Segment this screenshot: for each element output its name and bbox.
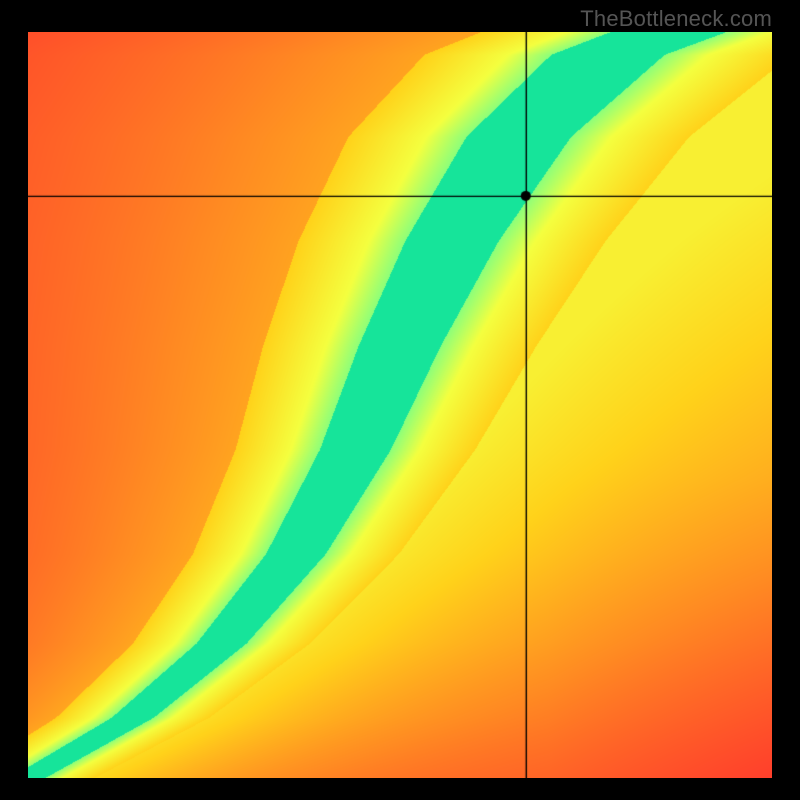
chart-frame: TheBottleneck.com — [0, 0, 800, 800]
watermark-text: TheBottleneck.com — [580, 6, 772, 32]
heatmap-canvas — [28, 32, 772, 778]
